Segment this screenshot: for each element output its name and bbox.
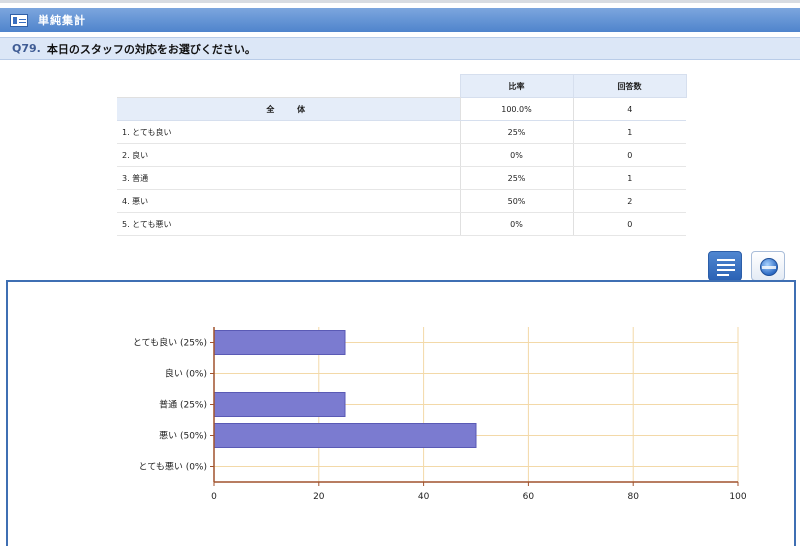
table-row: 1. とても良い 25% 1	[117, 120, 686, 144]
row-label: 4. 悪い	[117, 189, 460, 213]
row-count: 1	[572, 166, 686, 190]
bar-chart-view-icon	[717, 259, 735, 276]
summary-table-icon	[10, 13, 28, 27]
table-row: 2. 良い 0% 0	[117, 143, 686, 167]
row-rate: 50%	[459, 189, 573, 213]
section-header: 単純集計	[0, 8, 800, 32]
row-rate: 0%	[459, 143, 573, 167]
header-empty-cell	[117, 74, 460, 98]
header-rate: 比率	[459, 74, 574, 98]
pie-chart-view-button[interactable]	[751, 251, 785, 281]
row-count: 0	[572, 143, 686, 167]
category-label: 普通 (25%)	[159, 399, 207, 411]
total-row: 全 体 100.0% 4	[117, 97, 686, 121]
top-border	[0, 0, 800, 3]
x-tick-label: 80	[627, 492, 639, 502]
table-row: 4. 悪い 50% 2	[117, 189, 686, 213]
x-tick-label: 40	[418, 492, 430, 502]
x-tick-label: 60	[523, 492, 535, 502]
row-label: 3. 普通	[117, 166, 460, 190]
bar-chart: とても良い (25%) 良い (0%) 普通 (25%) 悪い (50%) とても悪い …	[133, 327, 747, 502]
table-header-row: 比率 回答数	[117, 74, 687, 98]
row-count: 1	[572, 120, 686, 144]
question-number: Q79.	[12, 42, 41, 55]
row-count: 0	[572, 212, 686, 236]
x-tick-label: 0	[211, 492, 217, 502]
total-label: 全 体	[117, 97, 460, 121]
bar	[213, 392, 346, 417]
x-tick-label: 20	[313, 492, 325, 502]
x-tick-label: 100	[729, 492, 746, 502]
row-rate: 25%	[459, 120, 573, 144]
category-label: とても良い (25%)	[133, 337, 207, 349]
table-row: 5. とても悪い 0% 0	[117, 212, 686, 236]
header-count: 回答数	[572, 74, 687, 98]
bar	[213, 330, 346, 355]
row-count: 2	[572, 189, 686, 213]
total-rate: 100.0%	[459, 97, 573, 121]
total-count: 4	[572, 97, 686, 121]
row-label: 5. とても悪い	[117, 212, 460, 236]
bar	[213, 423, 477, 448]
question-bar: Q79. 本日のスタッフの対応をお選びください。	[0, 37, 800, 60]
table-row: 3. 普通 25% 1	[117, 166, 686, 190]
question-text: 本日のスタッフの対応をお選びください。	[46, 42, 256, 56]
section-title: 単純集計	[38, 14, 86, 27]
row-rate: 0%	[459, 212, 573, 236]
row-rate: 25%	[459, 166, 573, 190]
row-label: 1. とても良い	[117, 120, 460, 144]
row-label: 2. 良い	[117, 143, 460, 167]
category-label: 良い (0%)	[165, 368, 207, 380]
category-label: 悪い (50%)	[159, 431, 207, 442]
category-label: とても悪い (0%)	[139, 462, 207, 473]
chart-panel: とても良い (25%) 良い (0%) 普通 (25%) 悪い (50%) とても悪い …	[6, 280, 796, 546]
result-table: 比率 回答数 全 体 100.0% 4 1. とても良い 25% 1 2. 良い…	[117, 74, 687, 236]
pie-chart-view-icon	[760, 258, 778, 276]
bar-chart-view-button[interactable]	[708, 251, 742, 281]
